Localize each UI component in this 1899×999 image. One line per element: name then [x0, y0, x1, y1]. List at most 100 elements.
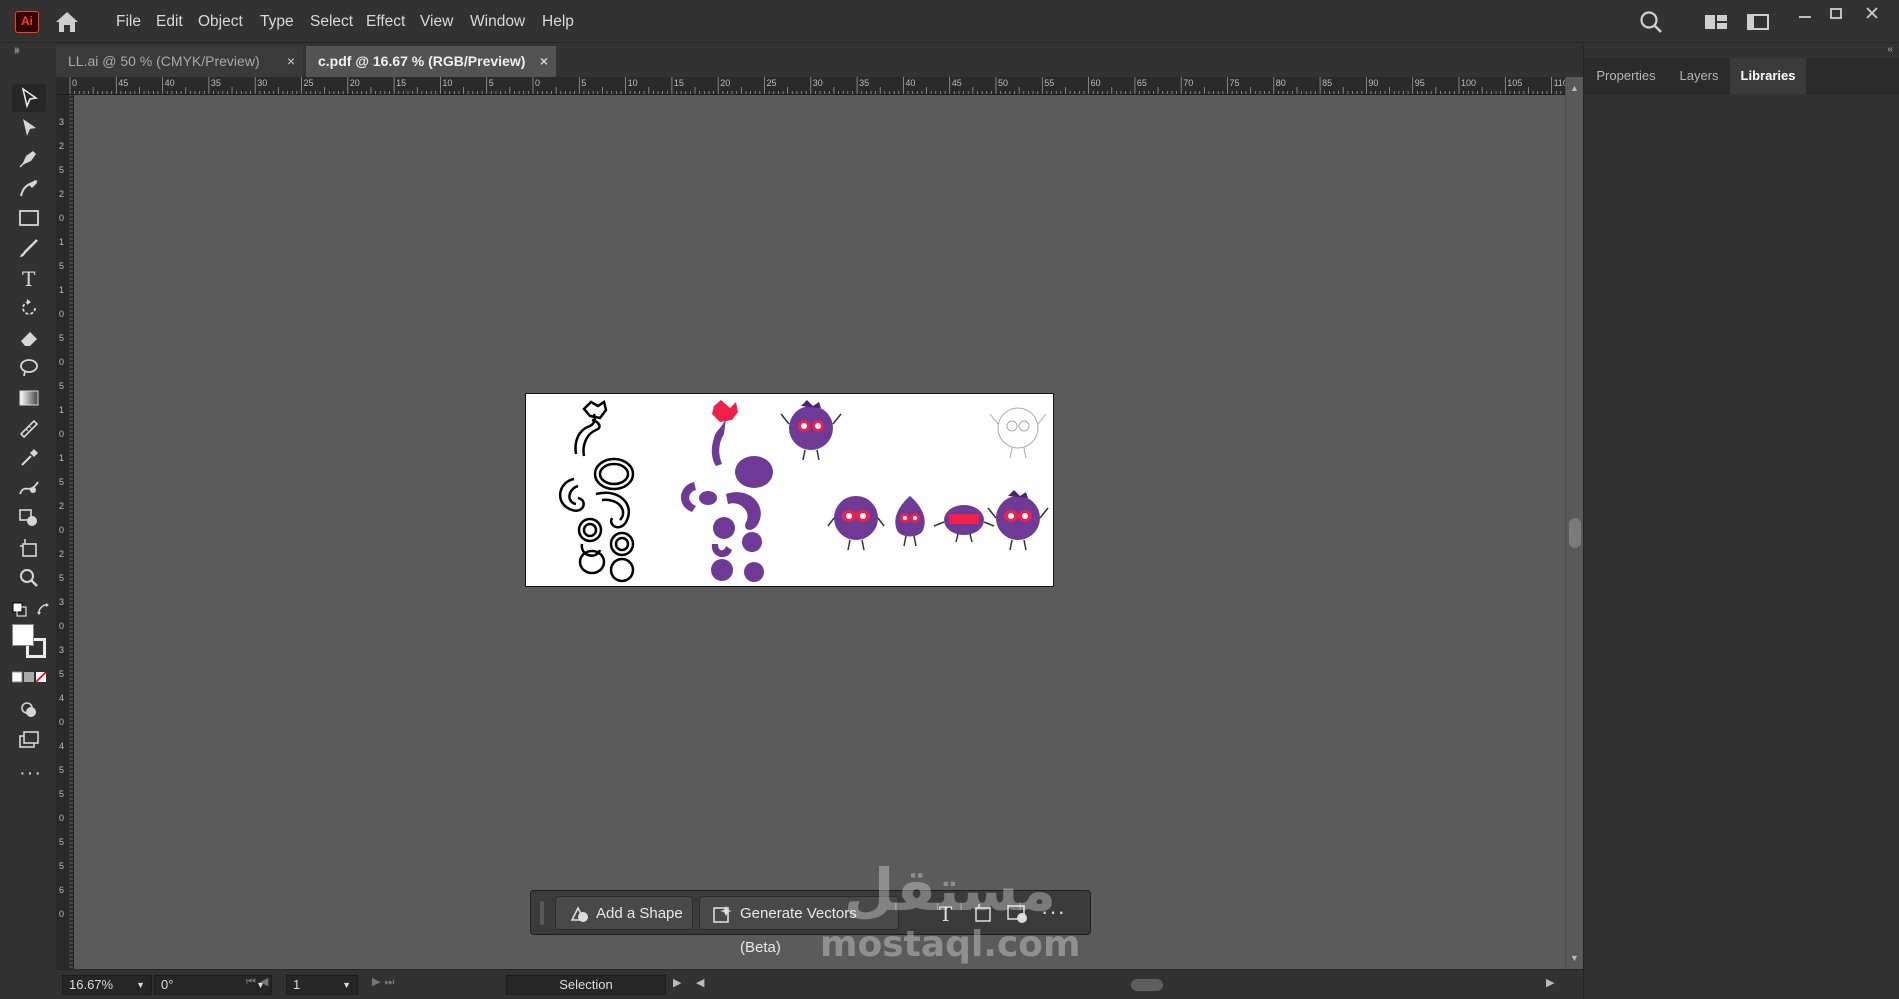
screen-mode-icon[interactable] [12, 726, 46, 754]
ruler-label: 0 [72, 78, 77, 88]
scroll-left-icon[interactable]: ◀ [696, 976, 704, 989]
curvature-tool-icon[interactable] [12, 174, 46, 202]
ruler-label: 4 [59, 693, 64, 703]
generate-vectors-button[interactable]: Generate Vectors (Beta) [699, 896, 899, 956]
artboard-icon[interactable] [971, 901, 995, 925]
menu-view[interactable]: View [420, 0, 453, 43]
vertical-ruler[interactable]: 3252015105051015202530354045505560 [56, 95, 74, 969]
add-shape-button[interactable]: Add a Shape [555, 896, 693, 930]
vertical-scrollbar[interactable]: ▲ ▼ [1565, 77, 1583, 969]
ruler-label: 0 [59, 309, 64, 319]
tab-ll-ai[interactable]: LL.ai @ 50 % (CMYK/Preview) × [56, 46, 303, 77]
scroll-up-icon[interactable]: ▲ [1570, 83, 1579, 93]
measure-tool-icon[interactable] [12, 414, 46, 442]
ruler-label: 25 [304, 78, 314, 88]
ruler-label: 1 [59, 405, 64, 415]
ruler-label: 5 [59, 381, 64, 391]
pen-tool-icon[interactable] [12, 144, 46, 172]
zoom-tool-icon[interactable] [12, 564, 46, 592]
more-options-icon[interactable]: ··· [1041, 899, 1066, 925]
scroll-down-icon[interactable]: ▼ [1570, 953, 1579, 963]
paintbrush-tool-icon[interactable] [12, 234, 46, 262]
maximize-icon[interactable] [1826, 4, 1846, 24]
home-icon[interactable] [52, 8, 82, 36]
menu-edit[interactable]: Edit [156, 0, 183, 43]
minimize-icon[interactable] [1795, 6, 1815, 26]
menu-object[interactable]: Object [198, 0, 243, 43]
chevron-down-icon[interactable]: ▼ [342, 976, 351, 994]
rotate-tool-icon[interactable] [12, 294, 46, 322]
artboard-number: 1 [293, 977, 301, 992]
horizontal-scroll-thumb[interactable] [1131, 979, 1163, 991]
menu-file[interactable]: File [116, 0, 141, 43]
collapse-panels-icon[interactable]: » [14, 44, 20, 55]
close-window-icon[interactable] [1862, 3, 1882, 23]
scroll-right-icon[interactable]: ▶ [1546, 976, 1554, 989]
first-prev-artboard-icons[interactable]: ⏮◀ [246, 975, 272, 989]
ruler-label: 35 [211, 78, 221, 88]
close-tab-icon[interactable]: × [287, 46, 295, 77]
draw-mode-icon[interactable] [12, 696, 46, 724]
ruler-label: 20 [350, 78, 360, 88]
ruler-label: 75 [1230, 78, 1240, 88]
menu-effect[interactable]: Effect [366, 0, 405, 43]
artboard-tool-icon[interactable] [12, 534, 46, 562]
ruler-label: 15 [674, 78, 684, 88]
ruler-label: 105 [1507, 78, 1522, 88]
shape-builder-tool-icon[interactable] [12, 504, 46, 532]
eraser-tool-icon[interactable] [12, 324, 46, 352]
chevron-down-icon[interactable]: ▼ [136, 976, 145, 994]
eyedropper-tool-icon[interactable] [12, 444, 46, 472]
drag-handle-icon[interactable] [539, 901, 545, 925]
artboard[interactable] [525, 393, 1054, 587]
image-trace-icon[interactable] [1005, 901, 1029, 925]
next-last-artboard-icons[interactable]: ▶⏭ [372, 975, 398, 989]
tool-status-field[interactable]: Selection [506, 975, 666, 995]
type-text-icon[interactable]: T [935, 901, 959, 926]
ruler-label: 60 [1091, 78, 1101, 88]
purple-grape-logo [680, 400, 773, 582]
arrange-documents-icon[interactable] [1704, 12, 1728, 32]
horizontal-ruler[interactable]: 0 45 40 35 30 25 20 15 10 5 0 5 10 15 20 25 30 35 40 45 50 55… [56, 77, 1565, 95]
edit-toolbar-icon[interactable]: ··· [19, 762, 42, 785]
search-icon[interactable] [1638, 9, 1664, 35]
menu-type[interactable]: Type [260, 0, 294, 43]
artboard-number-field[interactable]: 1 ▼ [286, 975, 358, 995]
fill-stroke-swatch[interactable] [12, 624, 48, 660]
vertical-scroll-thumb[interactable] [1569, 518, 1581, 548]
ruler-label: 45 [952, 78, 962, 88]
ruler-label: 0 [535, 78, 540, 88]
ruler-label: 35 [859, 78, 869, 88]
direct-selection-tool-icon[interactable] [12, 114, 46, 142]
ruler-label: 0 [59, 813, 64, 823]
selection-tool-icon[interactable] [12, 84, 46, 112]
canvas[interactable] [74, 95, 1565, 969]
tab-layers[interactable]: Layers [1668, 58, 1730, 94]
menu-window[interactable]: Window [470, 0, 525, 43]
gradient-tool-icon[interactable] [12, 384, 46, 412]
rectangle-tool-icon[interactable] [12, 204, 46, 232]
status-menu-icon[interactable]: ▶ [673, 976, 681, 989]
zoom-field[interactable]: 16.67% ▼ [62, 975, 152, 995]
menu-select[interactable]: Select [310, 0, 353, 43]
lasso-tool-icon[interactable] [12, 354, 46, 382]
puppet-warp-tool-icon[interactable] [12, 474, 46, 502]
workspace-switcher-icon[interactable] [1746, 12, 1770, 32]
close-tab-icon[interactable]: × [540, 46, 548, 77]
mascot-characters [780, 400, 1049, 551]
type-tool-icon[interactable]: T [12, 264, 46, 292]
tab-c-pdf[interactable]: c.pdf @ 16.67 % (RGB/Preview) × [306, 46, 556, 77]
default-fill-stroke-icon[interactable] [12, 602, 28, 618]
tab-properties[interactable]: Properties [1584, 58, 1668, 94]
right-panel: « Properties Layers Libraries [1583, 44, 1899, 999]
color-mode-icons[interactable] [11, 670, 48, 683]
collapse-panel-icon[interactable]: « [1887, 44, 1893, 55]
ruler-label: 30 [813, 78, 823, 88]
panel-tabs: Properties Layers Libraries [1584, 58, 1899, 94]
ruler-label: 110 [1554, 78, 1565, 88]
tab-label: LL.ai @ 50 % (CMYK/Preview) [68, 53, 260, 69]
tab-libraries[interactable]: Libraries [1730, 58, 1806, 94]
ruler-label: 15 [396, 78, 406, 88]
menu-help[interactable]: Help [542, 0, 574, 43]
swap-fill-stroke-icon[interactable] [36, 602, 52, 618]
